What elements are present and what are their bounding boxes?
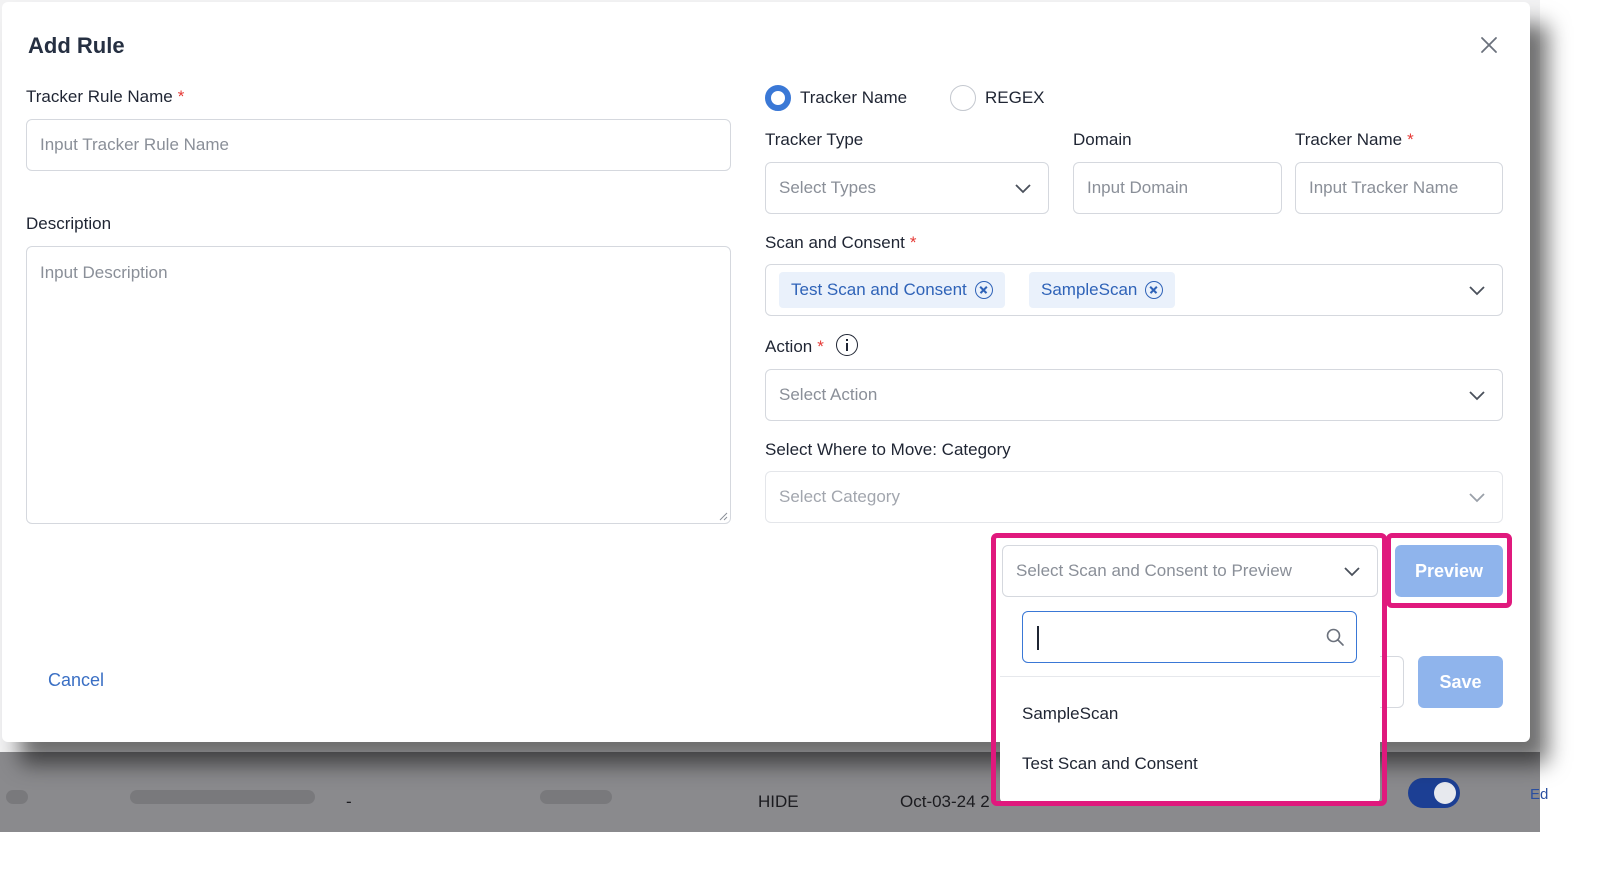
remove-tag-icon[interactable] <box>974 281 993 299</box>
blurred-cell <box>6 790 28 804</box>
tracker-type-select[interactable]: Select Types <box>765 162 1049 214</box>
selected-tag: SampleScan <box>1029 272 1176 308</box>
close-icon[interactable] <box>1476 32 1502 58</box>
description-label: Description <box>26 214 112 233</box>
scan-consent-multiselect[interactable]: Test Scan and Consent SampleScan <box>765 264 1503 316</box>
description-textarea[interactable]: Input Description <box>26 246 731 524</box>
radio-regex[interactable] <box>950 85 976 111</box>
preview-button[interactable]: Preview <box>1395 545 1503 597</box>
required-mark: * <box>1407 130 1414 149</box>
selected-tag: Test Scan and Consent <box>779 272 1005 308</box>
action-placeholder: Select Action <box>779 385 878 404</box>
tracker-name-input[interactable]: Input Tracker Name <box>1295 162 1503 214</box>
radio-tracker-name-label: Tracker Name <box>800 88 908 107</box>
description-placeholder: Input Description <box>40 263 168 282</box>
chevron-down-icon <box>1469 286 1485 296</box>
tag-label: Test Scan and Consent <box>791 280 967 299</box>
tracker-type-label: Tracker Type <box>765 130 864 149</box>
radio-regex-label: REGEX <box>985 88 1045 107</box>
chevron-down-icon <box>1469 493 1485 503</box>
tracker-type-placeholder: Select Types <box>779 178 877 197</box>
blurred-cell <box>130 790 315 804</box>
scan-consent-label: Scan and Consent * <box>765 233 917 253</box>
category-select[interactable]: Select Category <box>765 471 1503 523</box>
required-mark: * <box>817 337 824 356</box>
dropdown-option-test-scan[interactable]: Test Scan and Consent <box>1022 754 1198 774</box>
chevron-down-icon <box>1015 184 1031 194</box>
category-label: Select Where to Move: Category <box>765 440 1011 459</box>
preview-select-placeholder: Select Scan and Consent to Preview <box>1016 561 1292 580</box>
radio-tracker-name[interactable] <box>765 85 791 111</box>
background-toggle <box>1408 778 1460 808</box>
required-mark: * <box>177 87 185 106</box>
rule-name-placeholder: Input Tracker Rule Name <box>40 135 229 154</box>
rule-name-label-text: Tracker Rule Name <box>26 87 173 106</box>
tracker-name-placeholder: Input Tracker Name <box>1309 178 1459 197</box>
domain-label: Domain <box>1073 130 1132 149</box>
dropdown-search-input[interactable] <box>1022 611 1357 663</box>
blurred-cell <box>540 790 612 804</box>
background-dash: - <box>346 792 352 811</box>
preview-scan-select[interactable]: Select Scan and Consent to Preview <box>1002 545 1378 597</box>
preview-dropdown-menu: SampleScan Test Scan and Consent <box>1000 608 1380 802</box>
background-edit-link: Ed <box>1530 786 1549 803</box>
action-label-text: Action <box>765 337 813 356</box>
secondary-button-edge[interactable] <box>1380 656 1404 708</box>
info-icon[interactable] <box>836 334 858 356</box>
domain-input[interactable]: Input Domain <box>1073 162 1282 214</box>
tag-label: SampleScan <box>1041 280 1138 299</box>
modal-title: Add Rule <box>28 33 125 58</box>
required-mark: * <box>909 233 917 252</box>
save-button[interactable]: Save <box>1418 656 1503 708</box>
tracker-name-label-text: Tracker Name <box>1295 130 1403 149</box>
remove-tag-icon[interactable] <box>1145 281 1164 299</box>
tracker-name-label: Tracker Name * <box>1295 130 1414 150</box>
search-icon <box>1326 628 1344 646</box>
category-placeholder: Select Category <box>779 487 900 506</box>
scan-consent-label-text: Scan and Consent <box>765 233 905 252</box>
domain-placeholder: Input Domain <box>1087 178 1189 197</box>
action-select[interactable]: Select Action <box>765 369 1503 421</box>
chevron-down-icon <box>1344 567 1360 577</box>
chevron-down-icon <box>1469 391 1485 401</box>
cancel-button[interactable]: Cancel <box>48 670 104 691</box>
resize-handle-icon[interactable] <box>718 511 728 521</box>
background-date: Oct-03-24 2 <box>900 792 990 811</box>
rule-name-input[interactable]: Input Tracker Rule Name <box>26 119 731 171</box>
action-label: Action * <box>765 337 824 357</box>
dropdown-option-samplescan[interactable]: SampleScan <box>1022 704 1118 724</box>
text-caret <box>1037 626 1039 650</box>
rule-name-label: Tracker Rule Name * <box>26 87 184 107</box>
background-action: HIDE <box>758 792 799 811</box>
dropdown-divider <box>1000 676 1380 677</box>
